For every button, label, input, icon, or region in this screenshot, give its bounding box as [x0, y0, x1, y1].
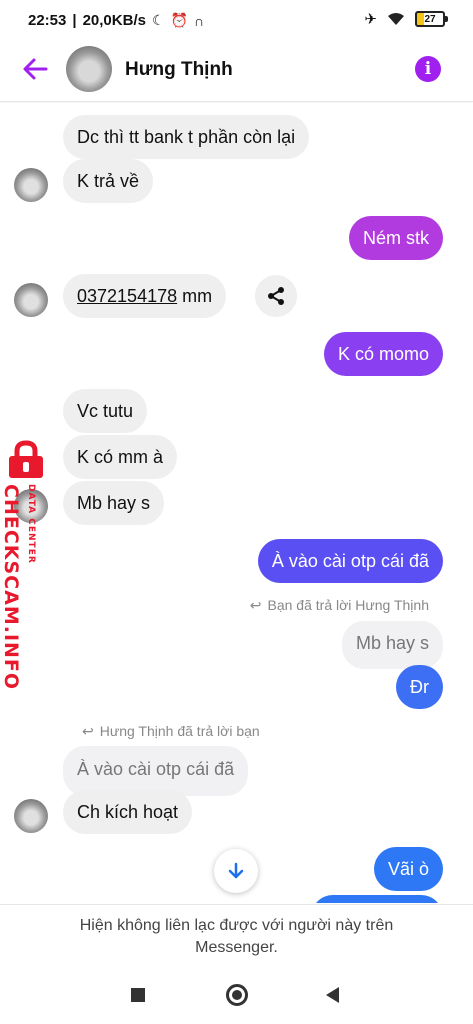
reply-icon: ↩ — [82, 723, 94, 739]
network-speed: 20,0KB/s — [82, 12, 146, 29]
quoted-message[interactable]: Mb hay s — [341, 621, 443, 669]
system-nav-bar — [0, 966, 473, 1024]
message-bubble-partial[interactable] — [311, 895, 443, 903]
message-bubble[interactable]: K trả về — [63, 159, 154, 203]
message-bubble[interactable]: Vc tutu — [63, 389, 148, 433]
status-time: 22:53 — [28, 12, 67, 29]
contact-name[interactable]: Hưng Thịnh — [125, 59, 233, 81]
back-arrow-icon[interactable] — [20, 54, 50, 84]
headphones-icon: ∩ — [193, 12, 205, 29]
status-bar: 22:53 | 20,0KB/s ☾ ⏰ ∩ ✈ 27 — [0, 0, 473, 40]
arrow-down-icon — [228, 862, 244, 879]
message-bubble[interactable]: Ch kích hoạt — [63, 790, 193, 834]
phone-link[interactable]: 0372154178 — [77, 286, 177, 306]
message-bubble[interactable]: K có mm à — [63, 435, 178, 479]
message-bubble[interactable]: Đr — [396, 665, 443, 709]
contact-avatar-small[interactable] — [14, 799, 48, 833]
battery-icon: 27 — [415, 11, 448, 27]
airplane-icon: ✈ — [364, 11, 377, 28]
reply-icon: ↩ — [249, 597, 262, 613]
message-bubble[interactable]: Dc thì tt bank t phần còn lại — [63, 115, 310, 159]
message-bubble[interactable]: Ném stk — [348, 216, 443, 260]
home-icon[interactable] — [226, 984, 248, 1006]
alarm-icon: ⏰ — [170, 12, 188, 28]
contact-avatar[interactable] — [66, 46, 112, 92]
contact-avatar-small[interactable] — [14, 168, 48, 202]
contact-avatar-small[interactable] — [14, 283, 48, 317]
chat-header: Hưng Thịnh i — [0, 40, 473, 102]
scroll-to-bottom-button[interactable] — [214, 849, 258, 893]
wifi-icon — [388, 13, 404, 25]
unavailable-notice: Hiện không liên lạc được với người này t… — [0, 904, 473, 966]
share-icon — [268, 287, 284, 305]
back-icon[interactable] — [324, 986, 340, 1004]
recents-icon[interactable] — [131, 988, 145, 1002]
info-icon[interactable]: i — [415, 56, 441, 82]
reply-notice: ↩ Bạn đã trả lời Hưng Thịnh — [249, 597, 429, 613]
message-bubble[interactable]: K có momo — [323, 332, 443, 376]
notice-text: Hiện không liên lạc được với người này t… — [79, 917, 394, 956]
message-bubble[interactable]: Vãi ò — [373, 847, 443, 891]
message-list[interactable]: Dc thì tt bank t phần còn lại K trả về N… — [0, 103, 473, 903]
message-bubble[interactable]: 0372154178 mm — [63, 274, 227, 318]
contact-avatar-small[interactable] — [14, 489, 48, 523]
share-button[interactable] — [255, 275, 297, 317]
message-bubble[interactable]: À vào cài otp cái đã — [257, 539, 443, 583]
moon-icon: ☾ — [151, 12, 165, 28]
reply-notice: ↩ Hưng Thịnh đã trả lời bạn — [82, 723, 260, 739]
quoted-message[interactable]: À vào cài otp cái đã — [63, 746, 249, 796]
message-bubble[interactable]: Mb hay s — [63, 481, 165, 525]
